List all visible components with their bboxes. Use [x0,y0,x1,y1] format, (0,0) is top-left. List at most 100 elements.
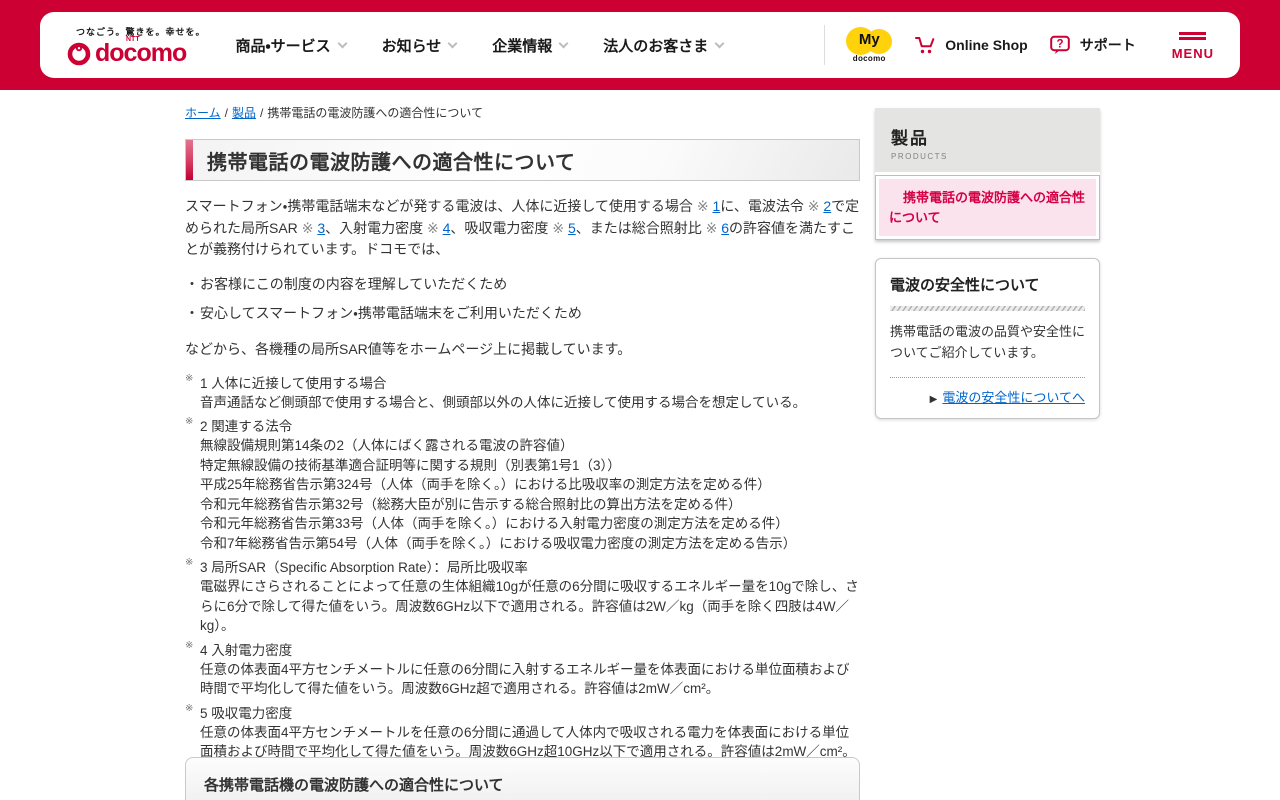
footnote-description: 無線設備規則第14条の2（人体にばく露される電波の許容値） [200,438,574,453]
reason-list: お客様にこの制度の内容を理解していただくため安心してスマートフォン・携帯電話端末… [185,274,860,323]
my-docomo-button[interactable]: My docomo [845,27,893,63]
nav-item-label: 法人のお客さま [603,37,709,55]
sidebar-products-header: 製品 PRODUCTS [875,108,1100,172]
footnote-term: 4 入射電力密度 [200,642,293,658]
my-docomo-icon: My [846,27,893,55]
page-title: 携帯電話の電波防護への適合性について [207,151,576,174]
nav-item-0[interactable]: 商品・サービス [235,35,348,56]
list-item: お客様にこの制度の内容を理解していただくため [185,274,860,294]
breadcrumb-link-1[interactable]: 製品 [225,106,256,120]
intro-text: ※ [552,219,568,236]
safety-box-title: 電波の安全性について [890,277,1040,294]
header-divider [824,25,826,65]
nav-item-label: お知らせ [381,37,442,55]
chevron-down-icon [337,38,348,48]
breadcrumb: ホーム製品携帯電話の電波防護への適合性について [185,104,860,121]
footnote-description: 任意の体表面4平方センチメートルを任意の6分間に通過して人体内で吸収される電力を… [200,724,856,758]
safety-box-body: 携帯電話の電波の品質や安全性についてご紹介しています。 [890,324,1086,360]
intro-text: に、電波法令 [720,198,808,214]
footnote-item-4: ※ 4 入射電力密度任意の体表面4平方センチメートルに任意の6分間に入射するエネル… [185,639,860,699]
chevron-down-icon [558,38,569,48]
footnote-marker: ※ [185,372,194,384]
intro-paragraph: スマートフォン・携帯電話端末などが発する電波は、人体に近接して使用する場合 ※ … [185,196,860,261]
footnote-description: 音声通話など側頭部で使用する場合と、側頭部以外の人体に近接して使用する場合を想定… [200,394,807,410]
intro-text: ※ [427,219,443,236]
header-strip: つなごう。驚きを。幸せを。 NTT docomo 商品・サービス お知らせ 企業情報… [0,0,1280,90]
footnote-description: 令和元年総務省告示第32号（総務大臣が別に告示する総合照射比の算出方法を定める件… [200,496,742,512]
sidebar: 製品 PRODUCTS 携帯電話の電波防護への適合性について 電波の安全性につい… [875,108,1100,419]
breadcrumb-link-0[interactable]: ホーム [185,106,221,120]
footnote-ref-link-3[interactable]: 3 [317,220,325,236]
chevron-down-icon [447,38,458,48]
footnote-term: 2 関連する法令 [200,419,293,434]
footnote-description: 平成25年総務省告示第324号（人体（両手を除く。）における比吸収率の測定方法を… [200,477,771,492]
footnote-description: 令和7年総務省告示第54号（人体（両手を除く。）における吸収電力密度の測定方法を… [200,535,797,551]
bottom-section-title: 各携帯電話機の電波防護への適合性について [204,777,504,794]
footnote-marker: ※ [185,557,194,568]
intro-text: ※ [696,198,713,214]
footnote-list: ※ 1 人体に近接して使用する場合音声通話など側頭部で使用する場合と、側頭部以外の… [185,372,860,758]
support-label: サポート [1079,37,1136,53]
title-accent-bar [186,140,193,180]
footnote-marker: ※ [185,702,194,714]
nav-item-1[interactable]: お知らせ [381,35,458,56]
nav-item-label: 企業情報 [492,37,553,55]
sidebar-safety-box: 電波の安全性について 携帯電話の電波の品質や安全性についてご紹介しています。 ▶… [875,258,1100,419]
ntt-label: NTT [126,35,140,43]
page-title-box: 携帯電話の電波防護への適合性について [185,139,860,181]
intro-text: 、または総合照射比 [575,219,706,236]
support-link[interactable]: ? サポート [1048,33,1136,57]
svg-text:?: ? [1056,39,1063,51]
footnote-description: 任意の体表面4平方センチメートルに任意の6分間に入射するエネルギー量を体表面にお… [200,661,850,697]
closing-paragraph: などから、各機種の局所SAR値等をホームページ上に掲載しています。 [185,340,632,357]
main-content: ホーム製品携帯電話の電波防護への適合性について 携帯電話の電波防護への適合性につ… [185,90,860,757]
footnote-item-2: ※ 2 関連する法令無線設備規則第14条の2（人体にばく露される電波の許容値） 特定… [185,416,860,553]
footnote-ref-link-6[interactable]: 6 [721,220,729,236]
intro-text: ※ [301,219,318,236]
footnote-item-5: ※ 5 吸収電力密度任意の体表面4平方センチメートルを任意の6分間に通過して人体内… [185,702,860,758]
sidebar-item-current-page[interactable]: 携帯電話の電波防護への適合性について [875,175,1100,240]
online-shop-label: Online Shop [945,37,1028,53]
menu-button[interactable]: MENU [1172,30,1214,61]
online-shop-link[interactable]: Online Shop [913,33,1028,57]
docomo-logo[interactable]: つなごう。驚きを。幸せを。 NTT docomo [66,25,205,66]
footnote-ref-link-5[interactable]: 5 [568,220,576,236]
nav-item-label: 商品・サービス [235,37,331,55]
nav-item-2[interactable]: 企業情報 [492,35,569,56]
footnote-description: 電磁界にさらされることによって任意の生体組織10gが任意の6分間に吸収するエネル… [200,579,859,633]
footnote-item-1: ※ 1 人体に近接して使用する場合音声通話など側頭部で使用する場合と、側頭部以外の… [185,372,860,413]
main-nav: 商品・サービス お知らせ 企業情報 法人のお客さま [235,35,725,56]
sidebar-products-subtitle: PRODUCTS [891,152,948,161]
intro-text: ※ [705,219,722,236]
footnote-ref-link-2[interactable]: 2 [823,198,831,214]
footnote-description: 令和元年総務省告示第33号（人体（両手を除く。）における入射電力密度の測定方法を… [200,516,789,531]
footnote-term: 3 局所SAR（Specific Absorption Rate）：局所比吸収率 [200,560,528,575]
breadcrumb-current: 携帯電話の電波防護への適合性について [260,106,483,120]
hamburger-icon [1179,30,1207,42]
intro-text: ※ [807,198,824,214]
help-bubble-icon: ? [1049,35,1070,54]
intro-text: 、入射電力密度 [325,219,427,236]
list-item: 安心してスマートフォン・携帯電話端末をご利用いただくため [185,303,860,323]
cart-icon [915,37,935,54]
docomo-wordmark: NTT docomo [95,35,187,67]
brand-tagline: つなごう。驚きを。幸せを。 [76,26,206,37]
header-bar: つなごう。驚きを。幸せを。 NTT docomo 商品・サービス お知らせ 企業情報… [40,12,1240,78]
striped-divider [890,306,1085,311]
footnote-marker: ※ [185,416,194,427]
nav-item-3[interactable]: 法人のお客さま [603,35,725,56]
chevron-down-icon [714,38,725,48]
intro-text: 、吸収電力密度 [450,219,553,236]
footnote-item-3: ※ 3 局所SAR（Specific Absorption Rate）：局所比吸収… [185,557,860,636]
footnote-description: 特定無線設備の技術基準適合証明等に関する規則（別表第1号1（3）） [200,457,621,473]
sidebar-products-box: 製品 PRODUCTS 携帯電話の電波防護への適合性について [875,108,1100,240]
bottom-section: 各携帯電話機の電波防護への適合性について [185,757,860,800]
sidebar-products-title: 製品 [891,129,929,148]
safety-page-link[interactable]: 電波の安全性についてへ [942,390,1085,405]
footnote-marker: ※ [185,639,194,651]
footnote-term: 1 人体に近接して使用する場合 [200,375,387,391]
intro-text: スマートフォン・携帯電話端末などが発する電波は、人体に近接して使用する場合 [185,198,697,214]
footnote-term: 5 吸収電力密度 [200,705,293,721]
docomo-mark-icon [67,42,91,65]
arrow-right-icon: ▶ [929,393,938,405]
